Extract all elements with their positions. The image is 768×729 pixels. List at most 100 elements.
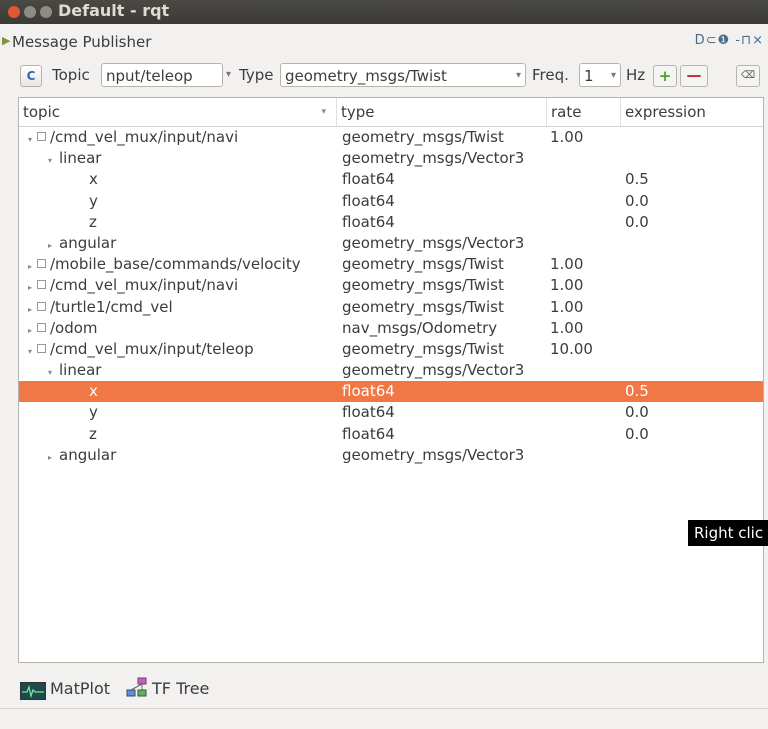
collapse-arrow-icon[interactable]: ▾ xyxy=(45,150,55,171)
tree-cell-type: geometry_msgs/Vector3 xyxy=(342,361,525,380)
window-maximize-button[interactable] xyxy=(40,6,52,18)
tree-row[interactable]: ▸ /turtle1/cmd_vel geometry_msgs/Twist 1.00 xyxy=(19,297,763,318)
tree-cell-type: float64 xyxy=(342,382,395,401)
expand-arrow-icon[interactable]: ▸ xyxy=(25,299,35,320)
tree-row[interactable]: z float64 0.0 xyxy=(19,212,763,233)
publish-checkbox[interactable] xyxy=(37,280,46,290)
topic-dropdown-arrow-icon[interactable]: ▾ xyxy=(226,63,231,87)
column-header-expression[interactable]: expression xyxy=(621,98,763,126)
topic-name: z xyxy=(89,212,97,231)
plugin-window-controls[interactable]: D⊂❶ -⊓× xyxy=(695,33,764,48)
expand-arrow-icon[interactable]: ▸ xyxy=(45,235,55,256)
tree-row[interactable]: x float64 0.5 xyxy=(19,169,763,190)
tree-cell-rate: 1.00 xyxy=(550,128,584,146)
publish-checkbox[interactable] xyxy=(37,259,46,269)
expand-arrow-icon[interactable]: ▸ xyxy=(25,256,35,277)
topic-combobox[interactable]: nput/teleop xyxy=(101,63,223,87)
tree-row[interactable]: ▸ /cmd_vel_mux/input/navi geometry_msgs/Tw… xyxy=(19,275,763,296)
tree-cell-type: geometry_msgs/Twist xyxy=(342,255,504,274)
tree-cell-type: float64 xyxy=(342,170,395,189)
freq-label: Freq. xyxy=(532,66,569,84)
window-close-button[interactable] xyxy=(8,6,20,18)
tree-cell-expression[interactable]: 0.0 xyxy=(625,424,649,445)
tree-row[interactable]: ▾ linear geometry_msgs/Vector3 xyxy=(19,360,763,381)
publish-checkbox[interactable] xyxy=(37,343,46,353)
tree-cell-topic: ▸ angular xyxy=(45,445,116,468)
topic-name: /turtle1/cmd_vel xyxy=(50,297,173,316)
freq-combobox-value: 1 xyxy=(584,67,594,85)
tree-row[interactable]: y float64 0.0 xyxy=(19,191,763,212)
freq-combobox[interactable]: 1 ▾ xyxy=(579,63,621,87)
topic-name: y xyxy=(89,191,98,210)
window-title: Default - rqt xyxy=(58,1,170,20)
tree-cell-topic: z xyxy=(65,424,97,445)
hz-label: Hz xyxy=(626,66,646,84)
tf-tree-icon[interactable] xyxy=(126,677,148,699)
tree-cell-type: geometry_msgs/Vector3 xyxy=(342,149,525,168)
matplot-icon[interactable] xyxy=(20,682,46,700)
tree-cell-topic: ▸ /cmd_vel_mux/input/navi xyxy=(25,275,238,298)
publish-checkbox[interactable] xyxy=(37,132,46,141)
tree-row[interactable]: ▾ linear geometry_msgs/Vector3 xyxy=(19,148,763,169)
tree-cell-topic: x xyxy=(65,381,98,402)
expand-arrow-icon[interactable]: ▸ xyxy=(25,277,35,298)
tree-cell-type: geometry_msgs/Twist xyxy=(342,276,504,295)
tree-cell-expression[interactable]: 0.5 xyxy=(625,169,649,190)
tree-cell-expression[interactable]: 0.5 xyxy=(625,381,649,402)
tree-cell-topic: y xyxy=(65,402,98,423)
tree-cell-type: geometry_msgs/Twist xyxy=(342,128,504,146)
plugin-expand-icon[interactable]: ▶ xyxy=(2,34,10,47)
publish-checkbox[interactable] xyxy=(37,322,46,332)
collapse-arrow-icon[interactable]: ▾ xyxy=(25,129,35,150)
tree-row[interactable]: ▸ angular geometry_msgs/Vector3 xyxy=(19,445,763,466)
tree-row[interactable]: x float64 0.5 xyxy=(19,381,763,403)
topic-combobox-value: nput/teleop xyxy=(106,67,193,85)
tree-cell-type: float64 xyxy=(342,212,395,231)
tree-cell-expression[interactable]: 0.0 xyxy=(625,212,649,233)
type-combobox-value: geometry_msgs/Twist xyxy=(285,67,447,85)
topic-name: /cmd_vel_mux/input/teleop xyxy=(50,339,254,358)
column-header-topic[interactable]: topic ▾ xyxy=(19,98,337,126)
tree-cell-expression[interactable]: 0.0 xyxy=(625,191,649,212)
tf-tree-label[interactable]: TF Tree xyxy=(152,678,209,700)
tree-cell-topic: ▾ /cmd_vel_mux/input/teleop xyxy=(25,339,254,362)
column-header-rate[interactable]: rate xyxy=(547,98,621,126)
window-titlebar: Default - rqt xyxy=(0,0,768,24)
bottom-plugin-bar: MatPlot TF Tree xyxy=(0,672,768,706)
topic-name: x xyxy=(89,382,98,401)
refresh-button[interactable]: C xyxy=(20,65,42,87)
type-label: Type xyxy=(239,66,274,84)
tree-body: ▾ /cmd_vel_mux/input/navi geometry_msgs/Tw… xyxy=(19,127,763,466)
matplot-label[interactable]: MatPlot xyxy=(50,678,110,700)
tree-cell-topic: ▾ /cmd_vel_mux/input/navi xyxy=(25,127,238,150)
tree-cell-type: geometry_msgs/Vector3 xyxy=(342,233,525,252)
type-combobox[interactable]: geometry_msgs/Twist ▾ xyxy=(280,63,526,87)
remove-publisher-button[interactable]: — xyxy=(680,65,708,87)
tree-row[interactable]: y float64 0.0 xyxy=(19,402,763,423)
topic-name: /odom xyxy=(50,318,98,337)
window-minimize-button[interactable] xyxy=(24,6,36,18)
collapse-arrow-icon[interactable]: ▾ xyxy=(25,341,35,362)
collapse-arrow-icon[interactable]: ▾ xyxy=(45,362,55,383)
tree-row[interactable]: ▸ angular geometry_msgs/Vector3 xyxy=(19,233,763,254)
sort-indicator-icon: ▾ xyxy=(321,107,326,117)
tree-cell-topic: z xyxy=(65,212,97,233)
tree-row[interactable]: z float64 0.0 xyxy=(19,424,763,445)
column-header-type[interactable]: type xyxy=(337,98,547,126)
clear-publishers-button[interactable]: ⌫ xyxy=(736,65,760,87)
tree-cell-expression[interactable]: 0.0 xyxy=(625,402,649,423)
tree-cell-type: nav_msgs/Odometry xyxy=(342,318,498,337)
add-publisher-button[interactable]: + xyxy=(653,65,677,87)
expand-arrow-icon[interactable]: ▸ xyxy=(45,447,55,468)
topic-name: angular xyxy=(59,233,117,252)
tree-row[interactable]: ▸ /mobile_base/commands/velocity geometry_… xyxy=(19,254,763,275)
tree-cell-topic: ▸ /mobile_base/commands/velocity xyxy=(25,254,301,277)
plugin-header: ▶ Message Publisher D⊂❶ -⊓× xyxy=(0,30,768,56)
tree-cell-type: float64 xyxy=(342,403,395,422)
tree-row[interactable]: ▾ /cmd_vel_mux/input/teleop geometry_msgs/… xyxy=(19,339,763,360)
tree-row[interactable]: ▸ /odom nav_msgs/Odometry 1.00 xyxy=(19,318,763,339)
tree-row[interactable]: ▾ /cmd_vel_mux/input/navi geometry_msgs/Tw… xyxy=(19,127,763,148)
publisher-tree[interactable]: topic ▾ type rate expression ▾ /cmd_vel_m… xyxy=(18,97,764,663)
expand-arrow-icon[interactable]: ▸ xyxy=(25,320,35,341)
publish-checkbox[interactable] xyxy=(37,301,46,311)
